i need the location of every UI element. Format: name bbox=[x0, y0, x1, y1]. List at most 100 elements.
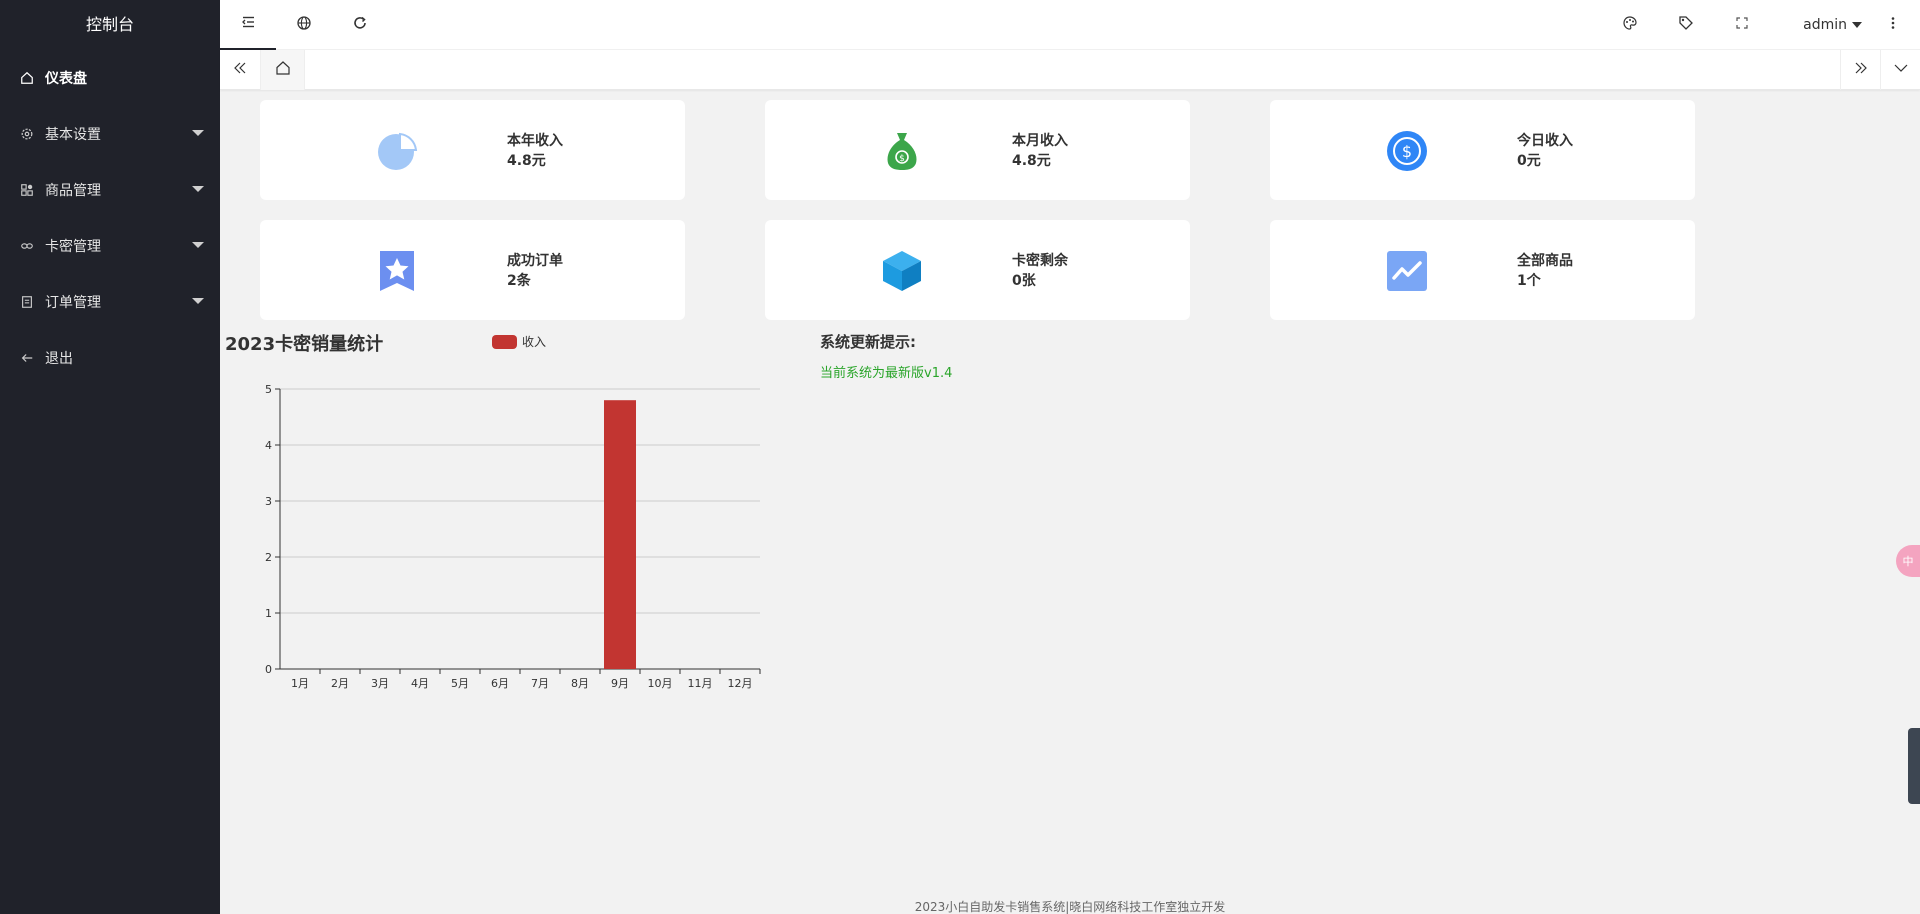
chart-x-tick-label: 7月 bbox=[531, 677, 549, 690]
chart-y-tick-label: 4 bbox=[265, 439, 272, 452]
home-icon bbox=[275, 60, 291, 80]
chart-y-tick-label: 1 bbox=[265, 607, 272, 620]
chart-bar bbox=[604, 400, 636, 669]
sidebar-item-label: 卡密管理 bbox=[45, 239, 101, 255]
chart-x-tick-label: 4月 bbox=[411, 677, 429, 690]
card-value: 0张 bbox=[1012, 273, 1036, 289]
username: admin bbox=[1803, 17, 1847, 33]
dollar-coin-icon: $ bbox=[1386, 130, 1428, 172]
top-header: admin bbox=[220, 0, 1920, 50]
fullscreen-button[interactable] bbox=[1722, 0, 1762, 50]
more-vertical-icon bbox=[1885, 15, 1901, 35]
stat-card-cards-remaining: 卡密剩余 0张 bbox=[765, 220, 1190, 320]
card-value: 1个 bbox=[1517, 273, 1541, 289]
card-label: 本月收入 bbox=[1012, 133, 1068, 149]
sidebar-item-label: 订单管理 bbox=[45, 295, 101, 311]
chart-x-tick-label: 6月 bbox=[491, 677, 509, 690]
cube-icon bbox=[881, 250, 923, 292]
chart-legend[interactable]: 收入 bbox=[492, 333, 546, 350]
chart-x-tick-label: 11月 bbox=[688, 677, 713, 690]
chevron-down-icon bbox=[192, 298, 204, 304]
double-chevron-left-icon bbox=[232, 60, 248, 80]
card-label: 本年收入 bbox=[507, 133, 563, 149]
settings-icon bbox=[20, 127, 34, 141]
sidebar-item-card-management[interactable]: 卡密管理 bbox=[0, 218, 220, 274]
chart-x-tick-label: 9月 bbox=[611, 677, 629, 690]
sidebar-item-product-management[interactable]: 商品管理 bbox=[0, 162, 220, 218]
caret-down-icon bbox=[1852, 22, 1862, 28]
sidebar-item-dashboard[interactable]: 仪表盘 bbox=[0, 50, 220, 106]
update-text: 当前系统为最新版v1.4 bbox=[820, 366, 953, 381]
chart-y-tick-label: 2 bbox=[265, 551, 272, 564]
footer: 2023小白自助发卡销售系统|晓白网络科技工作室独立开发 bbox=[914, 900, 1226, 914]
sidebar-item-order-management[interactable]: 订单管理 bbox=[0, 274, 220, 330]
chart-y-tick-label: 5 bbox=[265, 383, 272, 396]
chart-x-tick-label: 2月 bbox=[331, 677, 349, 690]
tab-actions-dropdown[interactable] bbox=[1880, 50, 1920, 90]
legend-swatch bbox=[492, 334, 517, 349]
chevron-down-icon bbox=[192, 242, 204, 248]
home-icon bbox=[20, 71, 34, 85]
sidebar-item-basic-settings[interactable]: 基本设置 bbox=[0, 106, 220, 162]
sidebar-item-label: 商品管理 bbox=[45, 183, 101, 199]
chart-x-tick-label: 12月 bbox=[728, 677, 753, 690]
svg-text:$: $ bbox=[1402, 142, 1412, 161]
sidebar: 控制台 仪表盘 基本设置 商品管理 卡密管理 订单管理 退出 bbox=[0, 0, 220, 914]
user-menu[interactable]: admin bbox=[1803, 0, 1862, 50]
chevron-down-icon bbox=[192, 186, 204, 192]
stat-card-success-orders: 成功订单 2条 bbox=[260, 220, 685, 320]
stat-card-today-income: $ 今日收入 0元 bbox=[1270, 100, 1695, 200]
website-button[interactable] bbox=[276, 0, 332, 50]
chart-x-tick-label: 1月 bbox=[291, 677, 309, 690]
sidebar-title[interactable]: 控制台 bbox=[0, 0, 220, 50]
card-value: 4.8元 bbox=[507, 153, 546, 169]
card-value: 2条 bbox=[507, 273, 531, 289]
stat-card-year-income: 本年收入 4.8元 bbox=[260, 100, 685, 200]
card-label: 全部商品 bbox=[1517, 253, 1573, 269]
chevron-down-icon bbox=[192, 130, 204, 136]
sidebar-item-label: 基本设置 bbox=[45, 127, 101, 143]
refresh-icon bbox=[352, 15, 368, 35]
pie-chart-icon bbox=[376, 130, 418, 172]
double-chevron-right-icon bbox=[1853, 60, 1869, 80]
sales-bar-chart: 0 1 2 3 4 5 1月 2月 3月 4月 5月 6月 7月 8月 9月 10月 11月 12月 bbox=[265, 383, 761, 690]
star-badge-icon bbox=[376, 250, 418, 292]
float-assistant-badge[interactable]: 中 bbox=[1896, 545, 1920, 577]
tab-scroll-right-button[interactable] bbox=[1840, 50, 1880, 90]
refresh-button[interactable] bbox=[332, 0, 388, 50]
link-icon bbox=[20, 239, 34, 253]
chevron-down-icon bbox=[1893, 60, 1909, 80]
fullscreen-icon bbox=[1734, 15, 1750, 35]
update-title: 系统更新提示: bbox=[820, 333, 916, 351]
legend-label: 收入 bbox=[522, 335, 547, 349]
chart-y-tick-label: 0 bbox=[265, 663, 272, 676]
chart-x-tick-label: 10月 bbox=[648, 677, 673, 690]
chart-y-tick-label: 3 bbox=[265, 495, 272, 508]
svg-text:$: $ bbox=[899, 154, 905, 164]
tab-scroll-left-button[interactable] bbox=[220, 50, 260, 90]
shrink-menu-button[interactable] bbox=[220, 0, 276, 50]
apps-icon bbox=[20, 183, 34, 197]
card-label: 今日收入 bbox=[1517, 133, 1573, 149]
tab-bar bbox=[220, 50, 1920, 90]
card-label: 成功订单 bbox=[507, 253, 563, 269]
chart-x-tick-label: 3月 bbox=[371, 677, 389, 690]
sidebar-item-logout[interactable]: 退出 bbox=[0, 330, 220, 386]
trend-chart-icon bbox=[1386, 250, 1428, 292]
tag-button[interactable] bbox=[1666, 0, 1706, 50]
chart-title: 2023卡密销量统计 bbox=[225, 334, 384, 355]
side-drawer-handle[interactable] bbox=[1908, 728, 1920, 804]
tab-home[interactable] bbox=[260, 50, 305, 90]
theme-button[interactable] bbox=[1610, 0, 1650, 50]
stat-card-all-products: 全部商品 1个 bbox=[1270, 220, 1695, 320]
chart-x-tick-label: 8月 bbox=[571, 677, 589, 690]
sidebar-item-label: 退出 bbox=[45, 351, 73, 367]
sidebar-item-label: 仪表盘 bbox=[45, 71, 87, 87]
order-icon bbox=[20, 295, 34, 309]
stat-card-month-income: $ 本月收入 4.8元 bbox=[765, 100, 1190, 200]
globe-icon bbox=[296, 15, 312, 35]
more-button[interactable] bbox=[1878, 0, 1908, 50]
arrow-left-icon bbox=[20, 351, 34, 365]
card-value: 4.8元 bbox=[1012, 153, 1051, 169]
money-bag-icon: $ bbox=[881, 130, 923, 172]
